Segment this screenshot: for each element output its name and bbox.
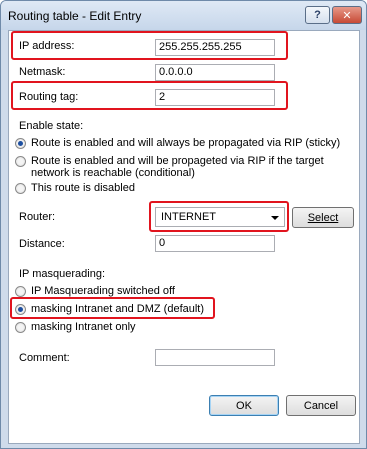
netmask-field[interactable]: 0.0.0.0 bbox=[155, 64, 275, 81]
enable-state-option-sticky[interactable]: Route is enabled and will always be prop… bbox=[15, 137, 340, 149]
radio-label: Route is enabled and will be propageted … bbox=[31, 155, 324, 179]
router-highlight bbox=[149, 201, 289, 232]
enable-state-option-disabled[interactable]: This route is disabled bbox=[15, 182, 135, 194]
radio-button[interactable] bbox=[15, 183, 26, 194]
router-label: Router: bbox=[19, 211, 56, 223]
title-bar[interactable]: Routing table - Edit Entry ? ✕ bbox=[1, 1, 366, 30]
radio-button[interactable] bbox=[15, 322, 26, 333]
radio-button[interactable] bbox=[15, 286, 26, 297]
select-button[interactable]: Select bbox=[292, 207, 354, 228]
close-icon: ✕ bbox=[342, 9, 352, 22]
ok-button-label: OK bbox=[236, 399, 252, 412]
masquerading-option-intranet-only[interactable]: masking Intranet only bbox=[15, 321, 136, 333]
enable-state-option-conditional[interactable]: Route is enabled and will be propageted … bbox=[15, 155, 345, 179]
masquerading-highlight bbox=[10, 297, 215, 319]
comment-field[interactable] bbox=[155, 349, 275, 366]
masquerading-label: IP masquerading: bbox=[19, 268, 106, 280]
dialog-window: Routing table - Edit Entry ? ✕ IP addres… bbox=[0, 0, 367, 449]
routing-tag-highlight bbox=[11, 81, 288, 110]
radio-label: IP Masquerading switched off bbox=[31, 285, 175, 297]
dialog-body: IP address: 255.255.255.255 Netmask: 0.0… bbox=[8, 30, 360, 444]
ip-address-highlight bbox=[11, 31, 288, 60]
comment-label: Comment: bbox=[19, 352, 70, 364]
cancel-button-label: Cancel bbox=[303, 399, 339, 412]
radio-button[interactable] bbox=[15, 138, 26, 149]
cancel-button[interactable]: Cancel bbox=[286, 395, 356, 416]
ok-button[interactable]: OK bbox=[209, 395, 279, 416]
distance-label: Distance: bbox=[19, 238, 65, 250]
netmask-label: Netmask: bbox=[19, 66, 66, 78]
window-title: Routing table - Edit Entry bbox=[8, 9, 142, 23]
radio-label: Route is enabled and will always be prop… bbox=[31, 137, 341, 149]
close-button[interactable]: ✕ bbox=[332, 6, 362, 24]
select-button-label: Select bbox=[307, 211, 339, 224]
radio-label: masking Intranet only bbox=[31, 321, 136, 333]
distance-field[interactable]: 0 bbox=[155, 235, 275, 252]
masquerading-option-off[interactable]: IP Masquerading switched off bbox=[15, 285, 175, 297]
enable-state-label: Enable state: bbox=[19, 120, 84, 132]
radio-button[interactable] bbox=[15, 156, 26, 167]
radio-label: This route is disabled bbox=[31, 182, 135, 194]
question-icon: ? bbox=[314, 9, 321, 21]
help-button[interactable]: ? bbox=[305, 6, 330, 24]
